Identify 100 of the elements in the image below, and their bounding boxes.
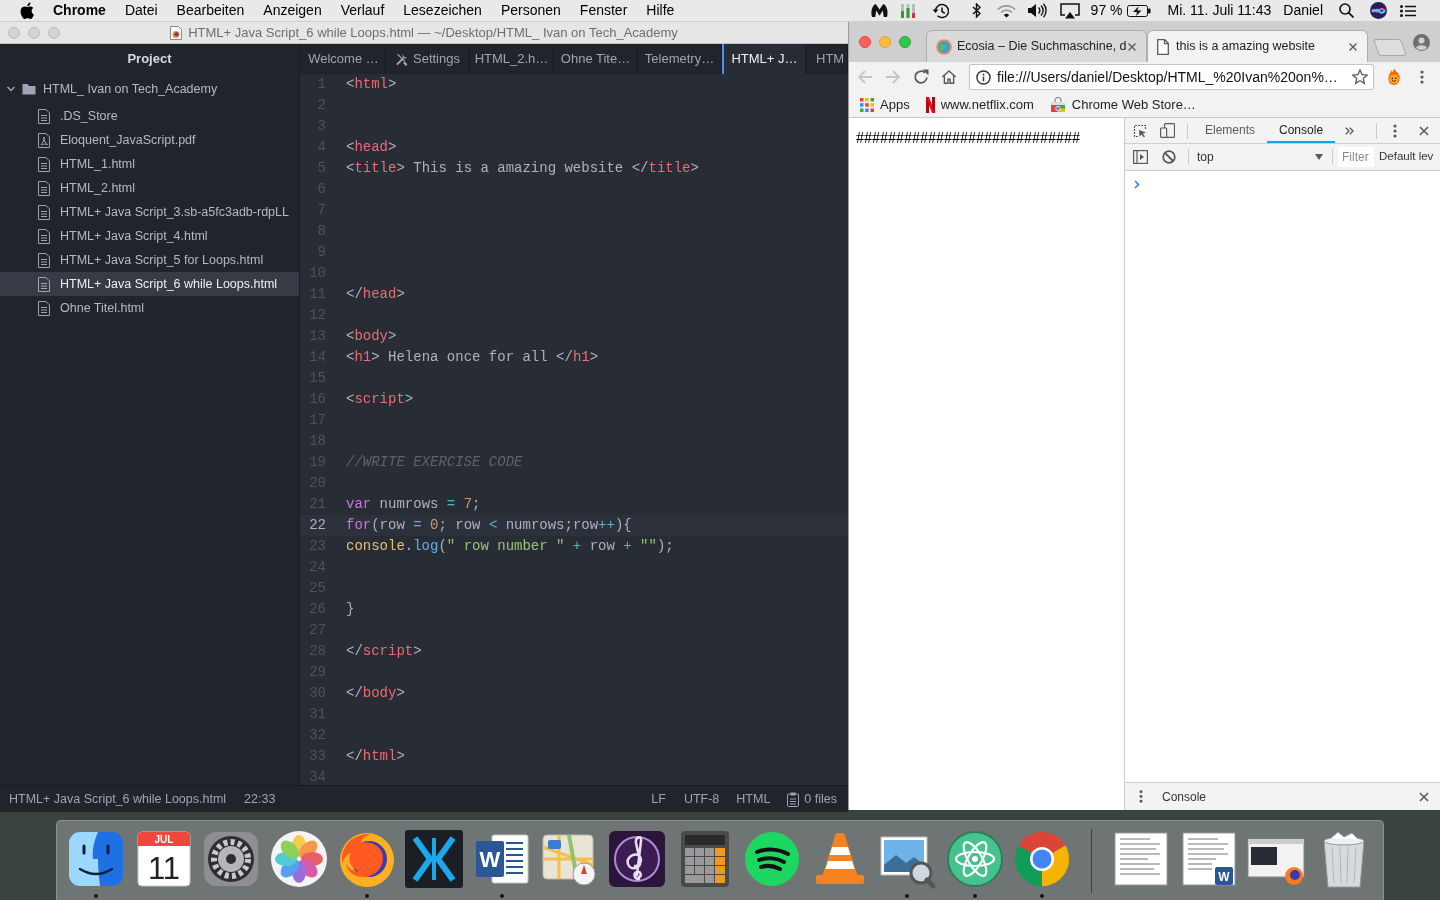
code-line: //WRITE EXERCISE CODE bbox=[346, 453, 523, 472]
menu-item[interactable]: Personen bbox=[500, 0, 561, 21]
close-icon[interactable] bbox=[1419, 791, 1429, 802]
git-files-button[interactable]: 0 files bbox=[787, 789, 837, 809]
code-line: </body> bbox=[346, 684, 405, 703]
code-line: <h1> Helena once for all </h1> bbox=[346, 348, 599, 367]
close-window-button[interactable] bbox=[859, 36, 871, 48]
editor-tab[interactable]: Welcome … bbox=[302, 44, 386, 74]
editor-tab[interactable]: Ohne Tite… bbox=[554, 44, 638, 74]
menu-item[interactable]: Datei bbox=[124, 0, 158, 21]
kebab-menu-icon bbox=[1420, 70, 1424, 84]
clock-history-icon[interactable] bbox=[931, 2, 949, 19]
window-title: HTML+ Java Script_6 while Loops.html — ~/Desktop/HTML_ Ivan on Tech_Academy bbox=[188, 23, 678, 42]
sidebar-toggle-icon[interactable] bbox=[1133, 150, 1148, 164]
project-panel-tab[interactable]: Project bbox=[0, 44, 299, 74]
tree-item[interactable]: HTML+ Java Script_4.html bbox=[0, 224, 299, 248]
page-text: ############################ bbox=[856, 129, 1080, 146]
menu-item[interactable]: Verlauf bbox=[340, 0, 385, 21]
code-line: </script> bbox=[346, 642, 422, 661]
tree-item[interactable]: .DS_Store bbox=[0, 104, 299, 128]
wifi-icon[interactable] bbox=[996, 3, 1016, 18]
code-line: for(row = 0; row < numrows;row++){ bbox=[346, 516, 632, 535]
apple-menu-icon[interactable] bbox=[20, 2, 34, 19]
code-line: console.log(" row number " + row + ""); bbox=[346, 537, 674, 556]
drawer-tab[interactable]: Console bbox=[1154, 787, 1215, 806]
inspect-icon[interactable] bbox=[1133, 123, 1147, 138]
bookmark[interactable]: Chrome Web Store… bbox=[1049, 94, 1196, 115]
editor-tab[interactable]: HTML+ J… bbox=[722, 44, 806, 74]
close-tab-icon[interactable] bbox=[1128, 42, 1136, 51]
browser-tab[interactable]: Ecosia – Die Suchmaschine, d bbox=[926, 30, 1147, 62]
tree-item[interactable]: HTML+ Java Script_5 for Loops.html bbox=[0, 248, 299, 272]
line-ending[interactable]: LF bbox=[651, 789, 666, 809]
battery-percentage: 97 % bbox=[1090, 1, 1123, 20]
profile-icon[interactable] bbox=[1413, 33, 1430, 51]
volume-icon[interactable] bbox=[1026, 3, 1047, 18]
battery-icon[interactable] bbox=[1126, 4, 1151, 17]
kebab-menu-icon[interactable] bbox=[1393, 123, 1397, 138]
close-tab-icon[interactable] bbox=[1349, 42, 1357, 51]
code-line: <script> bbox=[346, 390, 414, 409]
pdf-file-icon bbox=[38, 132, 50, 148]
menu-item[interactable]: Anzeigen bbox=[263, 0, 322, 21]
chevrons-icon[interactable] bbox=[1345, 126, 1355, 135]
file-icon bbox=[38, 204, 50, 220]
tree-item[interactable]: Ohne Titel.html bbox=[0, 296, 299, 320]
bookmark[interactable]: www.netflix.com bbox=[925, 94, 1034, 115]
grid-icon bbox=[860, 97, 874, 112]
code-line: </head> bbox=[346, 285, 405, 304]
browser-tab[interactable]: this is a amazing website bbox=[1147, 30, 1368, 62]
menu-clock[interactable]: Mi. 11. Juli 11:43 bbox=[1167, 0, 1272, 21]
tree-item[interactable]: HTML_ Ivan on Tech_Academy bbox=[0, 77, 299, 101]
star-icon[interactable] bbox=[1352, 69, 1368, 85]
block-icon[interactable] bbox=[1162, 150, 1176, 164]
list-icon[interactable] bbox=[1400, 4, 1416, 17]
device-icon[interactable] bbox=[1160, 123, 1175, 138]
home-icon bbox=[941, 69, 957, 85]
user-name[interactable]: Daniel bbox=[1283, 0, 1323, 21]
tree-item[interactable]: Eloquent_JavaScript.pdf bbox=[0, 128, 299, 152]
code-line: var numrows = 7; bbox=[346, 495, 481, 514]
kebab-menu-icon[interactable] bbox=[1139, 790, 1143, 803]
crossed-chevrons-icon[interactable] bbox=[404, 829, 465, 889]
editor-tab[interactable]: Settings bbox=[386, 44, 470, 74]
screen-mirroring-icon[interactable] bbox=[1059, 2, 1080, 19]
tree-item[interactable]: HTML_1.html bbox=[0, 152, 299, 176]
store-bag-icon bbox=[1049, 96, 1066, 113]
tree-item[interactable]: HTML_2.html bbox=[0, 176, 299, 200]
back-arrow-icon bbox=[857, 69, 873, 85]
info-icon[interactable] bbox=[976, 69, 991, 85]
bookmark[interactable]: Apps bbox=[860, 94, 910, 115]
menu-item[interactable]: Hilfe bbox=[646, 0, 675, 21]
grammar-selector[interactable]: HTML bbox=[736, 789, 771, 809]
atom-icon[interactable] bbox=[944, 829, 1005, 889]
orb-icon[interactable] bbox=[1370, 2, 1387, 19]
chevron-down-icon[interactable] bbox=[6, 84, 16, 94]
close-icon[interactable] bbox=[1419, 125, 1429, 136]
file-icon bbox=[38, 300, 50, 316]
flower-icon[interactable] bbox=[268, 829, 329, 889]
status-file-path[interactable]: HTML+ Java Script_6 while Loops.html bbox=[9, 789, 227, 809]
menu-item[interactable]: Bearbeiten bbox=[176, 0, 245, 21]
tree-item[interactable]: HTML+ Java Script_6 while Loops.html bbox=[0, 272, 299, 296]
prompt-chevron-icon[interactable] bbox=[1134, 180, 1140, 189]
file-encoding[interactable]: UTF-8 bbox=[683, 789, 720, 809]
n-logo-icon bbox=[925, 96, 935, 113]
search-icon[interactable] bbox=[1339, 3, 1354, 18]
meter-bars-icon[interactable] bbox=[900, 3, 915, 18]
bluetooth-icon[interactable] bbox=[971, 3, 981, 18]
log-levels-dropdown[interactable]: Default lev bbox=[1379, 148, 1434, 166]
address-bar[interactable]: file:///Users/daniel/Desktop/HTML_%20Ivan%20on%… bbox=[969, 64, 1374, 90]
context-dropdown[interactable]: top bbox=[1193, 147, 1327, 167]
m-logo-icon[interactable] bbox=[869, 3, 889, 18]
app-menu[interactable]: Chrome bbox=[53, 0, 106, 21]
menu-item[interactable]: Lesezeichen bbox=[403, 0, 482, 21]
filter-field[interactable]: Filter bbox=[1338, 147, 1374, 167]
code-line: <html> bbox=[346, 75, 397, 94]
menu-item[interactable]: Fenster bbox=[579, 0, 628, 21]
cursor-position[interactable]: 22:33 bbox=[244, 789, 276, 809]
editor-tab[interactable]: HTML_2.h… bbox=[470, 44, 554, 74]
music-swirl-icon[interactable] bbox=[606, 829, 667, 889]
devtools-tab[interactable]: Elements bbox=[1193, 118, 1268, 143]
flame-face-icon bbox=[1386, 69, 1402, 85]
tree-item[interactable]: HTML+ Java Script_3.sb-a5fc3adb-rdpLL bbox=[0, 200, 299, 224]
